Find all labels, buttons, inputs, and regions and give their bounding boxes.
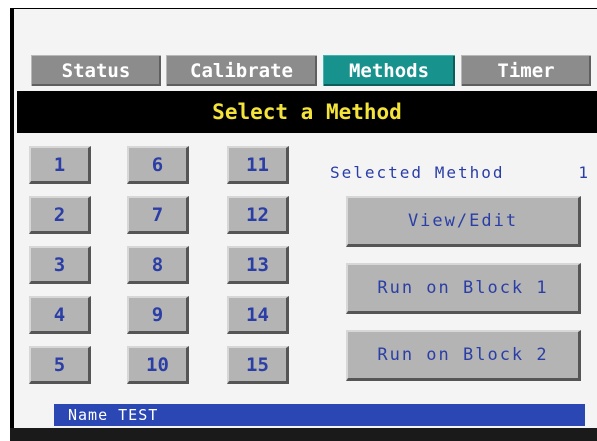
method-button-1[interactable]: 1	[29, 146, 91, 184]
selected-method-value: 1	[578, 162, 590, 182]
page-title-bar: Select a Method	[17, 91, 597, 133]
tab-methods[interactable]: Methods	[323, 55, 455, 86]
method-button-15[interactable]: 15	[227, 346, 289, 384]
method-button-4[interactable]: 4	[29, 296, 91, 334]
run-block-1-button[interactable]: Run on Block 1	[346, 263, 581, 314]
method-button-8[interactable]: 8	[127, 246, 189, 284]
screen-bottom-edge	[10, 428, 597, 441]
tab-status[interactable]: Status	[31, 55, 161, 86]
selected-method-readout: Selected Method 1	[330, 161, 590, 183]
method-button-11[interactable]: 11	[227, 146, 289, 184]
page-title: Select a Method	[212, 100, 402, 124]
method-button-3[interactable]: 3	[29, 246, 91, 284]
method-button-5[interactable]: 5	[29, 346, 91, 384]
view-edit-button[interactable]: View/Edit	[346, 196, 581, 247]
selected-method-label: Selected Method	[330, 162, 505, 182]
method-button-13[interactable]: 13	[227, 246, 289, 284]
method-button-9[interactable]: 9	[127, 296, 189, 334]
method-name-bar: Name TEST	[54, 404, 585, 426]
tab-timer[interactable]: Timer	[461, 55, 591, 86]
method-button-14[interactable]: 14	[227, 296, 289, 334]
method-button-10[interactable]: 10	[127, 346, 189, 384]
method-name-text: Name TEST	[68, 406, 159, 424]
method-button-12[interactable]: 12	[227, 196, 289, 234]
run-block-2-button[interactable]: Run on Block 2	[346, 330, 581, 381]
method-button-7[interactable]: 7	[127, 196, 189, 234]
method-button-6[interactable]: 6	[127, 146, 189, 184]
tab-calibrate[interactable]: Calibrate	[166, 55, 317, 86]
method-button-2[interactable]: 2	[29, 196, 91, 234]
